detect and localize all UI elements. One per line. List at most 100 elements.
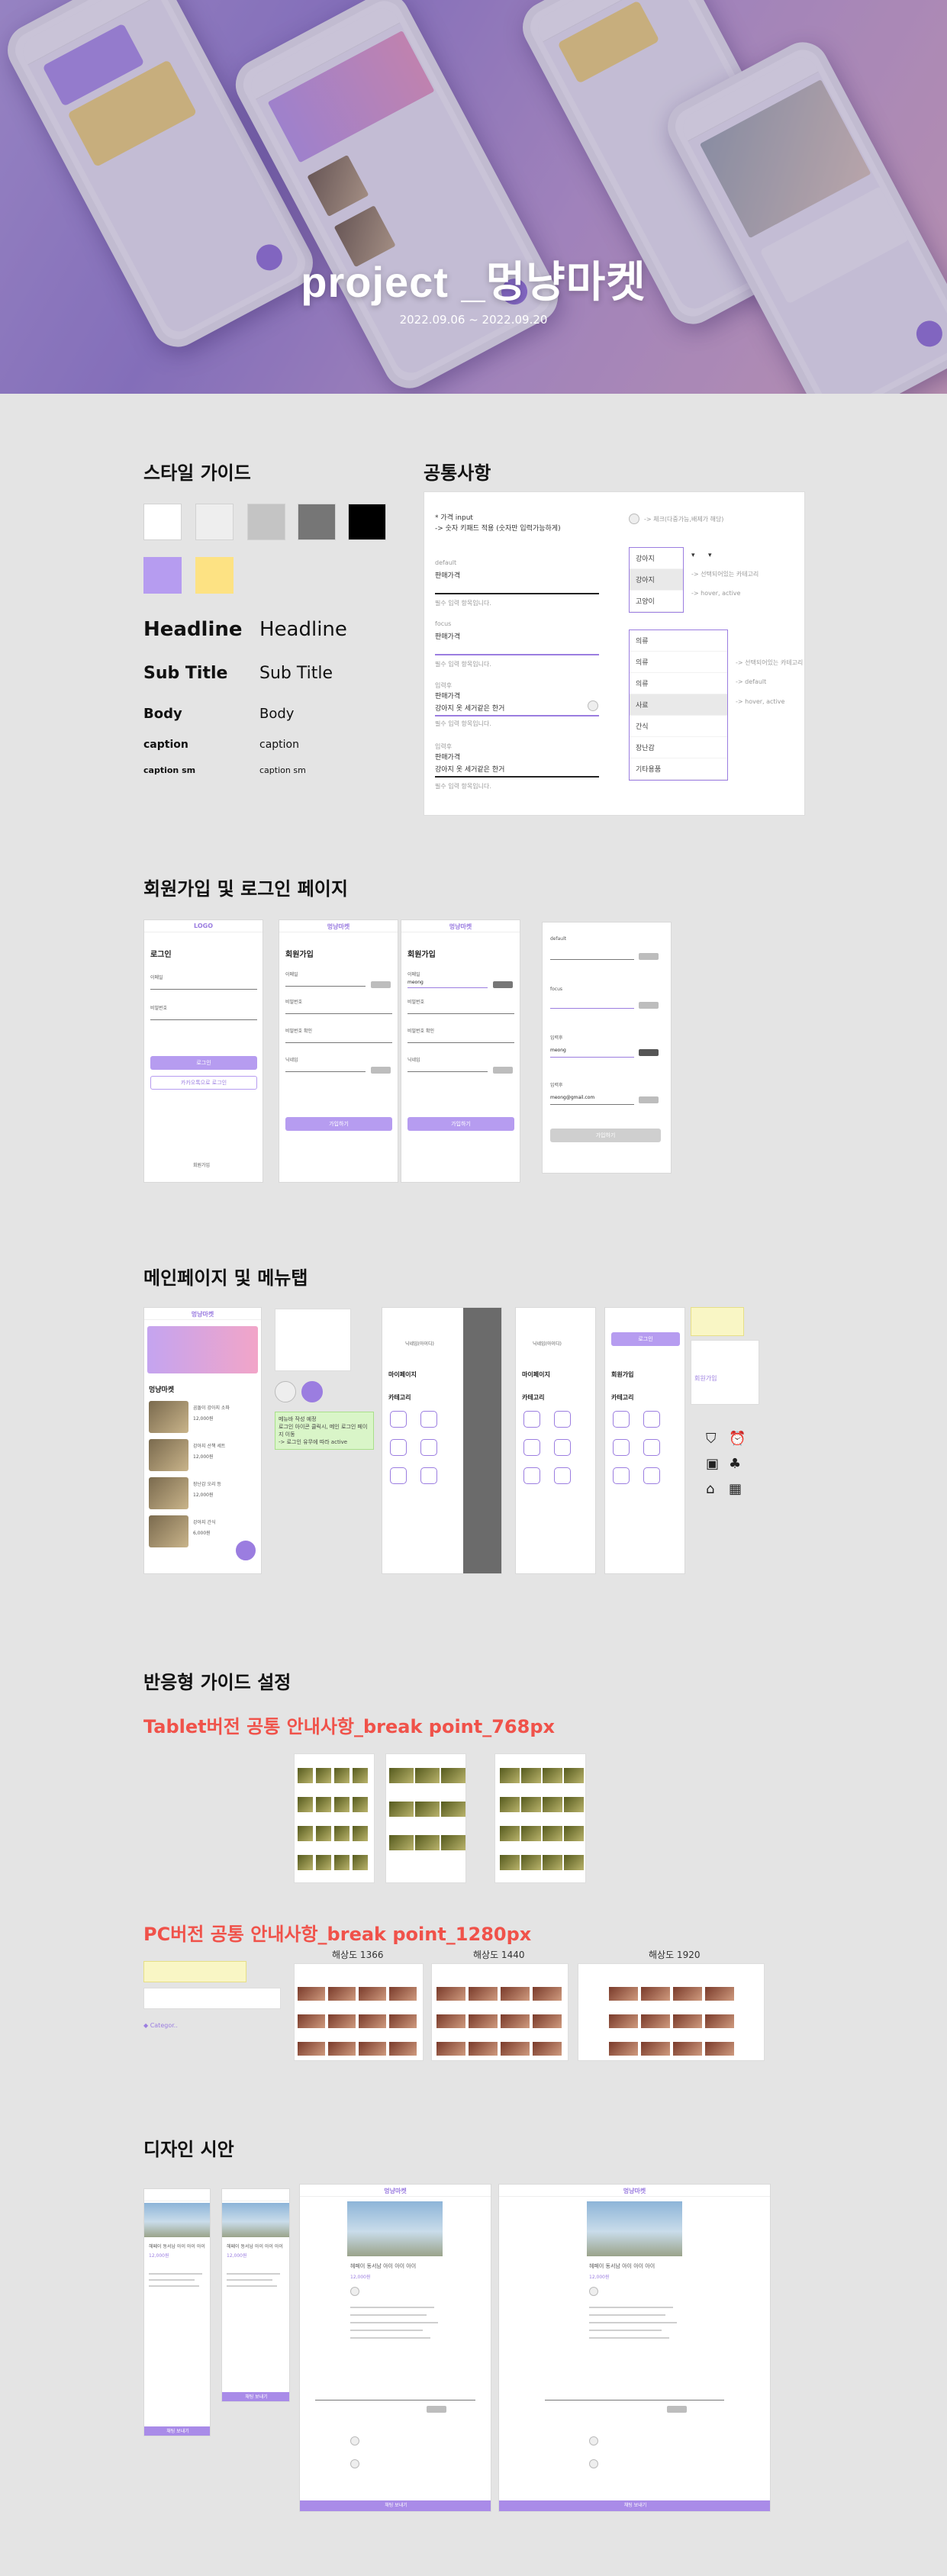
category-icon[interactable] xyxy=(643,1467,660,1484)
category-icon[interactable] xyxy=(420,1411,437,1428)
dropdown-option[interactable]: 장난감 xyxy=(630,737,727,758)
nickname-field[interactable] xyxy=(407,1071,488,1072)
comment-submit-button[interactable] xyxy=(427,2406,446,2413)
email-field[interactable] xyxy=(550,1057,634,1058)
dropdown-option[interactable]: 기타용품 xyxy=(630,758,727,780)
pc-proposal: 멍냥마켓 헤페이 동서남 아이 아이 아이 12,000원 채팅 보내기 xyxy=(498,2184,771,2512)
category-icon[interactable] xyxy=(390,1439,407,1456)
add-icon[interactable] xyxy=(275,1381,296,1402)
check-button[interactable] xyxy=(371,981,391,988)
category-icon[interactable] xyxy=(613,1439,630,1456)
check-button[interactable] xyxy=(493,981,513,988)
field-value[interactable]: 강아지 옷 세거같은 한거 xyxy=(435,764,504,774)
check-button[interactable] xyxy=(371,1067,391,1074)
dropdown-option[interactable]: 고양이 xyxy=(630,591,683,612)
product-image[interactable] xyxy=(149,1439,188,1471)
password-field[interactable] xyxy=(150,1019,257,1020)
field-underline xyxy=(435,593,599,594)
category-icon[interactable] xyxy=(613,1411,630,1428)
signup-submit-button[interactable]: 가입하기 xyxy=(407,1117,514,1131)
email-field[interactable] xyxy=(550,1104,634,1105)
email-field[interactable] xyxy=(550,959,634,960)
login-button[interactable]: 로그인 xyxy=(150,1056,257,1070)
project-title: project _멍냥마켓 xyxy=(301,258,646,306)
chat-button[interactable]: 채팅 보내기 xyxy=(222,2392,289,2401)
logo: 멍냥마켓 xyxy=(191,1311,214,1318)
signup-link[interactable]: 회원가입 xyxy=(193,1161,210,1168)
menu-signup[interactable]: 회원가입 xyxy=(611,1370,633,1379)
password-field[interactable] xyxy=(285,1013,392,1014)
hero-overlay xyxy=(0,0,947,394)
category-icon[interactable] xyxy=(613,1467,630,1484)
email-field[interactable] xyxy=(150,989,257,990)
dropdown-option[interactable]: 의류 xyxy=(630,673,727,694)
category-icon[interactable] xyxy=(643,1439,660,1456)
check-button[interactable] xyxy=(639,1049,659,1056)
write-fab-button[interactable] xyxy=(236,1541,256,1560)
product-name[interactable]: 강아지 간식 xyxy=(193,1518,216,1525)
radio-icon[interactable] xyxy=(629,514,639,524)
chat-button[interactable]: 채팅 보내기 xyxy=(300,2500,491,2511)
check-button[interactable] xyxy=(639,953,659,960)
dropdown-selected[interactable]: 강아지 xyxy=(630,548,683,569)
menu-mypage[interactable]: 마이페이지 xyxy=(388,1370,417,1379)
product-image[interactable] xyxy=(149,1401,188,1433)
chevron-down-icon[interactable]: ▾ xyxy=(691,552,695,559)
email-field[interactable] xyxy=(550,1008,634,1009)
login-button[interactable]: 로그인 xyxy=(611,1332,680,1346)
species-dropdown[interactable]: 강아지 강아지 고양이 xyxy=(629,547,684,613)
password-confirm-field[interactable] xyxy=(407,1042,514,1043)
password-confirm-field[interactable] xyxy=(285,1042,392,1043)
check-button[interactable] xyxy=(493,1067,513,1074)
field-value[interactable]: meong@gmail.com xyxy=(550,1095,594,1100)
category-icon[interactable] xyxy=(643,1411,660,1428)
dropdown-option[interactable]: 간식 xyxy=(630,716,727,737)
product-name[interactable]: 강아지 산책 세트 xyxy=(193,1442,225,1449)
add-icon-active[interactable] xyxy=(301,1381,323,1402)
dropdown-option[interactable]: 의류 xyxy=(630,652,727,673)
field-value[interactable]: meong xyxy=(550,1048,566,1053)
annotation: -> hover, active xyxy=(691,590,741,597)
dropdown-option[interactable]: 사료 xyxy=(630,694,727,716)
nickname-field[interactable] xyxy=(285,1071,366,1072)
product-image[interactable] xyxy=(149,1515,188,1547)
category-icon[interactable] xyxy=(523,1411,540,1428)
category-icon[interactable] xyxy=(554,1467,571,1484)
clear-icon[interactable] xyxy=(588,700,598,711)
check-button[interactable] xyxy=(639,1096,659,1103)
email-field[interactable] xyxy=(407,987,488,988)
screen-heading: 회원가입 xyxy=(407,951,436,959)
email-field[interactable] xyxy=(285,986,366,987)
dropdown-selected[interactable]: 의류 xyxy=(630,630,727,652)
category-icon[interactable] xyxy=(554,1411,571,1428)
category-icon[interactable] xyxy=(523,1467,540,1484)
chat-button[interactable]: 채팅 보내기 xyxy=(144,2426,210,2436)
password-field[interactable] xyxy=(407,1013,514,1014)
check-button[interactable] xyxy=(639,1002,659,1009)
chat-button[interactable]: 채팅 보내기 xyxy=(499,2500,770,2511)
category-icon[interactable] xyxy=(420,1439,437,1456)
product-name[interactable]: 장난감 오리 등 xyxy=(193,1480,221,1487)
tablet-grid-2 xyxy=(385,1753,466,1883)
chevron-down-icon[interactable]: ▾ xyxy=(708,552,712,559)
category-icon[interactable] xyxy=(390,1411,407,1428)
category-icon[interactable] xyxy=(420,1467,437,1484)
kakao-login-button[interactable]: 카카오톡으로 로그인 xyxy=(150,1076,257,1090)
category-icon[interactable] xyxy=(554,1439,571,1456)
signup-submit-button[interactable]: 가입하기 xyxy=(285,1117,392,1131)
field-value[interactable]: meong xyxy=(407,980,424,985)
menu-screen-open: 닉네임(아이디) 마이페이지 카테고리 xyxy=(382,1307,502,1574)
field-value[interactable]: 강아지 옷 세거같은 한거 xyxy=(435,703,504,713)
main-banner[interactable] xyxy=(147,1326,258,1373)
category-dropdown[interactable]: 의류 의류 의류 사료 간식 장난감 기타용품 xyxy=(629,630,728,781)
signup-submit-button-disabled[interactable]: 가입하기 xyxy=(550,1129,661,1142)
note-check: -> 체크(다중가능,배제가 해당) xyxy=(644,516,724,523)
color-swatch-light-gray xyxy=(195,504,234,540)
product-image[interactable] xyxy=(149,1477,188,1509)
menu-mypage[interactable]: 마이페이지 xyxy=(522,1370,550,1379)
category-icon[interactable] xyxy=(523,1439,540,1456)
dropdown-option[interactable]: 강아지 xyxy=(630,569,683,591)
comment-submit-button[interactable] xyxy=(667,2406,687,2413)
category-icon[interactable] xyxy=(390,1467,407,1484)
product-name[interactable]: 곰돌이 강아지 소파 xyxy=(193,1404,230,1411)
